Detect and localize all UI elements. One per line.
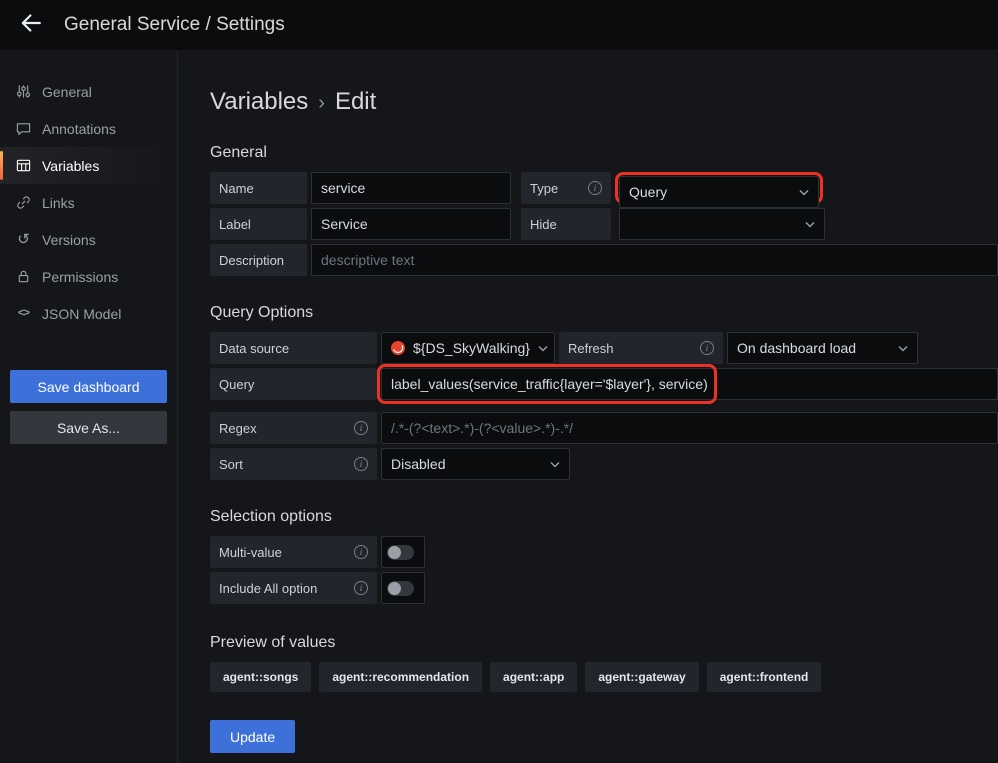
- include-all-label: Include All option i: [210, 572, 377, 604]
- multi-value-row: Multi-value i: [210, 536, 998, 568]
- sort-label: Sort i: [210, 448, 377, 480]
- label-input[interactable]: [311, 208, 511, 240]
- chevron-down-icon: [805, 221, 815, 228]
- type-label: Type i: [521, 172, 611, 204]
- general-section-heading: General: [210, 144, 998, 162]
- preview-heading: Preview of values: [210, 634, 998, 652]
- preview-value-chip: agent::songs: [210, 662, 311, 692]
- data-source-value: ${DS_SkyWalking}: [413, 340, 530, 356]
- breadcrumb-edit: Edit: [335, 88, 376, 116]
- sidebar-item-versions[interactable]: ↺ Versions: [0, 221, 177, 258]
- query-input[interactable]: [381, 368, 998, 400]
- type-select[interactable]: Query: [619, 176, 819, 208]
- back-button[interactable]: [14, 8, 48, 42]
- type-select-highlight: Query: [615, 172, 823, 204]
- table-icon: [15, 157, 32, 174]
- preview-value-chip: agent::app: [490, 662, 577, 692]
- include-all-toggle[interactable]: [381, 572, 425, 604]
- sort-select[interactable]: Disabled: [381, 448, 570, 480]
- multi-value-label: Multi-value i: [210, 536, 377, 568]
- info-icon[interactable]: i: [354, 421, 368, 435]
- sidebar-item-label: JSON Model: [42, 306, 121, 322]
- label-hide-row: Label Hide: [210, 208, 998, 240]
- sidebar-item-permissions[interactable]: Permissions: [0, 258, 177, 295]
- toggle-knob: [388, 546, 401, 559]
- data-source-label: Data source: [210, 332, 377, 364]
- chevron-down-icon: [550, 461, 560, 468]
- info-icon[interactable]: i: [354, 545, 368, 559]
- toggle-track: [387, 545, 414, 560]
- regex-label: Regex i: [210, 412, 377, 444]
- chevron-down-icon: [538, 345, 548, 352]
- sidebar-item-label: Permissions: [42, 269, 118, 285]
- hide-label: Hide: [521, 208, 611, 240]
- query-options-heading: Query Options: [210, 304, 998, 322]
- preview-values: agent::songs agent::recommendation agent…: [210, 662, 998, 692]
- sidebar-item-annotations[interactable]: Annotations: [0, 110, 177, 147]
- code-icon: <>: [15, 305, 32, 322]
- page-title: General Service / Settings: [64, 14, 285, 36]
- data-source-select[interactable]: ${DS_SkyWalking}: [381, 332, 555, 364]
- comment-icon: [15, 120, 32, 137]
- breadcrumb-separator: ›: [318, 90, 325, 115]
- breadcrumb: Variables › Edit: [210, 88, 998, 116]
- save-dashboard-button[interactable]: Save dashboard: [10, 370, 167, 403]
- regex-row: Regex i: [210, 412, 998, 444]
- preview-value-chip: agent::recommendation: [319, 662, 482, 692]
- sliders-icon: [15, 83, 32, 100]
- description-label: Description: [210, 244, 307, 276]
- sidebar-item-label: Versions: [42, 232, 96, 248]
- name-type-row: Name Type i Query: [210, 172, 998, 204]
- sidebar-item-json-model[interactable]: <> JSON Model: [0, 295, 177, 332]
- multi-value-toggle[interactable]: [381, 536, 425, 568]
- chevron-down-icon: [799, 189, 809, 196]
- sort-select-value: Disabled: [391, 456, 445, 472]
- save-as-button[interactable]: Save As...: [10, 411, 167, 444]
- chevron-down-icon: [898, 345, 908, 352]
- arrow-left-icon: [21, 13, 41, 38]
- type-select-value: Query: [629, 184, 667, 200]
- refresh-select[interactable]: On dashboard load: [727, 332, 918, 364]
- data-source-refresh-row: Data source ${DS_SkyWalking} Refresh i: [210, 332, 998, 364]
- variables-edit-panel: Variables › Edit General Name Type i Que…: [178, 51, 998, 763]
- lock-icon: [15, 268, 32, 285]
- refresh-select-value: On dashboard load: [737, 340, 856, 356]
- selection-options-heading: Selection options: [210, 508, 998, 526]
- refresh-label: Refresh i: [559, 332, 723, 364]
- regex-input[interactable]: [381, 412, 998, 444]
- name-input[interactable]: [311, 172, 511, 204]
- sidebar-item-label: Variables: [42, 158, 99, 174]
- info-icon[interactable]: i: [700, 341, 714, 355]
- sidebar-item-label: Annotations: [42, 121, 116, 137]
- history-icon: ↺: [15, 231, 32, 248]
- sidebar-item-general[interactable]: General: [0, 73, 177, 110]
- sidebar-item-label: Links: [42, 195, 75, 211]
- sort-row: Sort i Disabled: [210, 448, 998, 480]
- info-icon[interactable]: i: [588, 181, 602, 195]
- toggle-track: [387, 581, 414, 596]
- preview-value-chip: agent::frontend: [707, 662, 822, 692]
- hide-select[interactable]: [619, 208, 825, 240]
- toggle-knob: [388, 582, 401, 595]
- sidebar-item-links[interactable]: Links: [0, 184, 177, 221]
- info-icon[interactable]: i: [354, 457, 368, 471]
- label-label: Label: [210, 208, 307, 240]
- description-row: Description: [210, 244, 998, 276]
- skywalking-logo-icon: [391, 341, 405, 355]
- description-input[interactable]: [311, 244, 998, 276]
- update-button[interactable]: Update: [210, 720, 295, 753]
- query-label: Query: [210, 368, 377, 400]
- link-icon: [15, 194, 32, 211]
- settings-sidebar: General Annotations Variables: [0, 51, 178, 763]
- info-icon[interactable]: i: [354, 581, 368, 595]
- name-label: Name: [210, 172, 307, 204]
- top-header: General Service / Settings: [0, 0, 998, 51]
- sidebar-item-label: General: [42, 84, 92, 100]
- include-all-row: Include All option i: [210, 572, 998, 604]
- breadcrumb-variables[interactable]: Variables: [210, 88, 308, 116]
- preview-value-chip: agent::gateway: [585, 662, 698, 692]
- sidebar-item-variables[interactable]: Variables: [0, 147, 177, 184]
- query-row: Query: [210, 368, 998, 400]
